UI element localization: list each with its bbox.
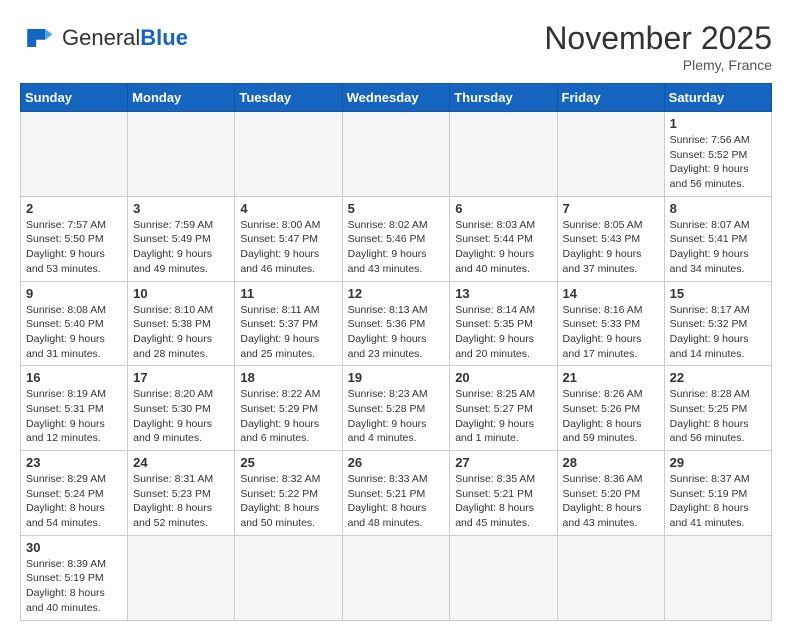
day-9: 9 Sunrise: 8:08 AMSunset: 5:40 PMDayligh… <box>21 281 128 366</box>
empty-cell <box>557 535 664 620</box>
header-sunday: Sunday <box>21 84 128 112</box>
logo: GeneralBlue <box>20 20 188 56</box>
day-18: 18 Sunrise: 8:22 AMSunset: 5:29 PMDaylig… <box>235 366 342 451</box>
empty-cell <box>450 535 557 620</box>
day-20: 20 Sunrise: 8:25 AMSunset: 5:27 PMDaylig… <box>450 366 557 451</box>
logo-text: GeneralBlue <box>62 25 188 51</box>
day-21: 21 Sunrise: 8:26 AMSunset: 5:26 PMDaylig… <box>557 366 664 451</box>
title-block: November 2025 Plemy, France <box>544 20 772 73</box>
day-28: 28 Sunrise: 8:36 AMSunset: 5:20 PMDaylig… <box>557 451 664 536</box>
day-6: 6 Sunrise: 8:03 AMSunset: 5:44 PMDayligh… <box>450 196 557 281</box>
day-7: 7 Sunrise: 8:05 AMSunset: 5:43 PMDayligh… <box>557 196 664 281</box>
day-23: 23 Sunrise: 8:29 AMSunset: 5:24 PMDaylig… <box>21 451 128 536</box>
day-13: 13 Sunrise: 8:14 AMSunset: 5:35 PMDaylig… <box>450 281 557 366</box>
day-4: 4 Sunrise: 8:00 AMSunset: 5:47 PMDayligh… <box>235 196 342 281</box>
day-5: 5 Sunrise: 8:02 AMSunset: 5:46 PMDayligh… <box>342 196 450 281</box>
empty-cell <box>128 535 235 620</box>
day-8: 8 Sunrise: 8:07 AMSunset: 5:41 PMDayligh… <box>664 196 771 281</box>
day-19: 19 Sunrise: 8:23 AMSunset: 5:28 PMDaylig… <box>342 366 450 451</box>
empty-cell <box>128 112 235 197</box>
day-24: 24 Sunrise: 8:31 AMSunset: 5:23 PMDaylig… <box>128 451 235 536</box>
header-friday: Friday <box>557 84 664 112</box>
calendar-table: Sunday Monday Tuesday Wednesday Thursday… <box>20 83 772 621</box>
empty-cell <box>557 112 664 197</box>
header-wednesday: Wednesday <box>342 84 450 112</box>
day-3: 3 Sunrise: 7:59 AMSunset: 5:49 PMDayligh… <box>128 196 235 281</box>
day-29: 29 Sunrise: 8:37 AMSunset: 5:19 PMDaylig… <box>664 451 771 536</box>
day-17: 17 Sunrise: 8:20 AMSunset: 5:30 PMDaylig… <box>128 366 235 451</box>
empty-cell <box>342 112 450 197</box>
day-1: 1 Sunrise: 7:56 AMSunset: 5:52 PMDayligh… <box>664 112 771 197</box>
empty-cell <box>450 112 557 197</box>
calendar-row-4: 16 Sunrise: 8:19 AMSunset: 5:31 PMDaylig… <box>21 366 772 451</box>
calendar-row-3: 9 Sunrise: 8:08 AMSunset: 5:40 PMDayligh… <box>21 281 772 366</box>
day-26: 26 Sunrise: 8:33 AMSunset: 5:21 PMDaylig… <box>342 451 450 536</box>
calendar-row-1: 1 Sunrise: 7:56 AMSunset: 5:52 PMDayligh… <box>21 112 772 197</box>
day-22: 22 Sunrise: 8:28 AMSunset: 5:25 PMDaylig… <box>664 366 771 451</box>
general-blue-logo-icon <box>20 20 56 56</box>
calendar-row-5: 23 Sunrise: 8:29 AMSunset: 5:24 PMDaylig… <box>21 451 772 536</box>
weekday-header-row: Sunday Monday Tuesday Wednesday Thursday… <box>21 84 772 112</box>
calendar-row-2: 2 Sunrise: 7:57 AMSunset: 5:50 PMDayligh… <box>21 196 772 281</box>
empty-cell <box>342 535 450 620</box>
day-25: 25 Sunrise: 8:32 AMSunset: 5:22 PMDaylig… <box>235 451 342 536</box>
day-2: 2 Sunrise: 7:57 AMSunset: 5:50 PMDayligh… <box>21 196 128 281</box>
header-saturday: Saturday <box>664 84 771 112</box>
header-monday: Monday <box>128 84 235 112</box>
header-thursday: Thursday <box>450 84 557 112</box>
day-11: 11 Sunrise: 8:11 AMSunset: 5:37 PMDaylig… <box>235 281 342 366</box>
day-10: 10 Sunrise: 8:10 AMSunset: 5:38 PMDaylig… <box>128 281 235 366</box>
day-16: 16 Sunrise: 8:19 AMSunset: 5:31 PMDaylig… <box>21 366 128 451</box>
day-12: 12 Sunrise: 8:13 AMSunset: 5:36 PMDaylig… <box>342 281 450 366</box>
calendar-row-6: 30 Sunrise: 8:39 AMSunset: 5:19 PMDaylig… <box>21 535 772 620</box>
day-27: 27 Sunrise: 8:35 AMSunset: 5:21 PMDaylig… <box>450 451 557 536</box>
header-tuesday: Tuesday <box>235 84 342 112</box>
day-15: 15 Sunrise: 8:17 AMSunset: 5:32 PMDaylig… <box>664 281 771 366</box>
page-header: GeneralBlue November 2025 Plemy, France <box>20 20 772 73</box>
month-title: November 2025 <box>544 20 772 57</box>
empty-cell <box>235 535 342 620</box>
empty-cell <box>664 535 771 620</box>
day-14: 14 Sunrise: 8:16 AMSunset: 5:33 PMDaylig… <box>557 281 664 366</box>
day-30: 30 Sunrise: 8:39 AMSunset: 5:19 PMDaylig… <box>21 535 128 620</box>
empty-cell <box>235 112 342 197</box>
empty-cell <box>21 112 128 197</box>
location: Plemy, France <box>544 57 772 73</box>
